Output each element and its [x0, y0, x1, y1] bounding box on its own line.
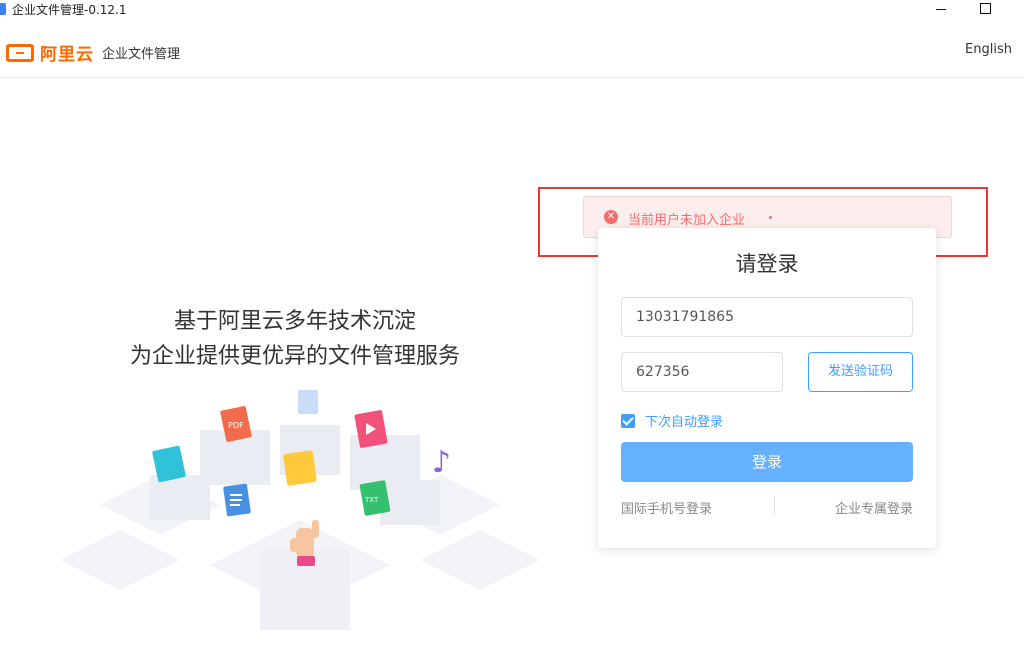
folder-icon [283, 450, 317, 486]
remember-checkbox[interactable] [621, 413, 635, 428]
alert-message: 当前用户未加入企业 [628, 213, 746, 228]
hero-line-1: 基于阿里云多年技术沉淀 [173, 309, 416, 334]
svg-text:PDF: PDF [228, 421, 244, 430]
enterprise-login-link[interactable]: 企业专属登录 [835, 498, 913, 517]
doc-file-icon [298, 390, 318, 414]
video-file-icon [354, 410, 388, 448]
music-note-icon: ♪ [432, 445, 451, 480]
app-icon [0, 3, 6, 15]
list-doc-icon [223, 483, 251, 517]
brand-name: 阿里云 [40, 45, 94, 65]
txt-file-icon: TXT [359, 480, 391, 516]
alert-dot [769, 216, 772, 219]
maximize-button[interactable] [970, 0, 1000, 18]
hero-illustration: PDF ♪ TXT [60, 390, 540, 630]
remember-me[interactable]: 下次自动登录 [621, 411, 723, 430]
brand-logo: 阿里云 企业文件管理 [6, 40, 180, 65]
window-titlebar: 企业文件管理-0.12.1 [0, 0, 1024, 18]
login-card: 请登录 13031791865 627356 发送验证码 下次自动登录 登录 国… [598, 228, 936, 548]
verification-code-input[interactable]: 627356 [621, 352, 783, 392]
language-switch[interactable]: English [965, 42, 1012, 57]
intl-phone-login-link[interactable]: 国际手机号登录 [621, 498, 712, 517]
phone-input[interactable]: 13031791865 [621, 297, 913, 337]
error-icon: ✕ [604, 210, 618, 224]
login-button[interactable]: 登录 [621, 442, 913, 482]
links-divider [774, 496, 775, 516]
product-name: 企业文件管理 [102, 47, 181, 62]
svg-text:TXT: TXT [364, 496, 379, 504]
window-title: 企业文件管理-0.12.1 [12, 3, 127, 17]
hero-line-2: 为企业提供更优异的文件管理服务 [129, 344, 460, 369]
remember-label: 下次自动登录 [645, 415, 724, 430]
aliyun-logo-icon [6, 43, 34, 62]
app-header: 阿里云 企业文件管理 English [0, 18, 1024, 78]
minimize-button[interactable] [927, 0, 957, 18]
svg-text:♪: ♪ [432, 445, 451, 480]
send-code-button[interactable]: 发送验证码 [808, 352, 913, 392]
login-title: 请登录 [735, 252, 799, 276]
